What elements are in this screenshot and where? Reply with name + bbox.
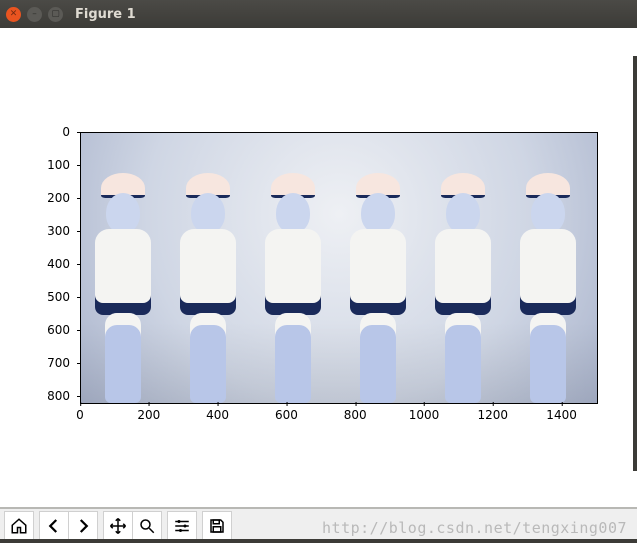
axes-image — [80, 132, 598, 404]
subplots-icon — [173, 517, 191, 535]
figure-canvas[interactable]: 0 100 200 300 400 500 600 700 800 0 200 … — [0, 28, 637, 507]
back-button[interactable] — [39, 511, 69, 541]
x-tick-label: 400 — [206, 408, 229, 422]
back-icon — [45, 517, 63, 535]
y-tick-label: 100 — [0, 158, 76, 172]
x-tick-label: 1000 — [409, 408, 440, 422]
figure-window: ✕ – ▢ Figure 1 0 100 200 300 400 500 600… — [0, 0, 637, 543]
window-maximize-button[interactable]: ▢ — [48, 7, 63, 22]
watermark-text: http://blog.csdn.net/tengxing007 — [322, 519, 627, 537]
y-tick-label: 800 — [0, 389, 76, 403]
zoom-button[interactable] — [132, 511, 162, 541]
x-tick-label: 200 — [137, 408, 160, 422]
x-tick-label: 1400 — [546, 408, 577, 422]
window-border — [0, 539, 637, 543]
configure-subplots-button[interactable] — [167, 511, 197, 541]
forward-button[interactable] — [68, 511, 98, 541]
x-tick-label: 0 — [76, 408, 84, 422]
y-tick-label: 300 — [0, 224, 76, 238]
y-axis-ticks: 0 100 200 300 400 500 600 700 800 — [0, 132, 76, 402]
y-tick-label: 0 — [0, 125, 76, 139]
nav-toolbar: http://blog.csdn.net/tengxing007 — [0, 509, 637, 543]
x-tick-label: 1200 — [478, 408, 509, 422]
zoom-icon — [138, 517, 156, 535]
home-icon — [10, 517, 28, 535]
save-icon — [208, 517, 226, 535]
pan-icon — [109, 517, 127, 535]
x-axis-ticks: 0 200 400 600 800 1000 1200 1400 — [80, 402, 596, 426]
window-close-button[interactable]: ✕ — [6, 7, 21, 22]
save-button[interactable] — [202, 511, 232, 541]
y-tick-label: 600 — [0, 323, 76, 337]
x-tick-label: 600 — [275, 408, 298, 422]
x-tick-label: 800 — [344, 408, 367, 422]
pan-button[interactable] — [103, 511, 133, 541]
titlebar: ✕ – ▢ Figure 1 — [0, 0, 637, 28]
y-tick-label: 400 — [0, 257, 76, 271]
y-tick-label: 700 — [0, 356, 76, 370]
image-content — [81, 133, 597, 403]
window-minimize-button[interactable]: – — [27, 7, 42, 22]
window-title: Figure 1 — [75, 7, 136, 22]
home-button[interactable] — [4, 511, 34, 541]
forward-icon — [74, 517, 92, 535]
y-tick-label: 500 — [0, 290, 76, 304]
window-border — [633, 56, 637, 471]
y-tick-label: 200 — [0, 191, 76, 205]
